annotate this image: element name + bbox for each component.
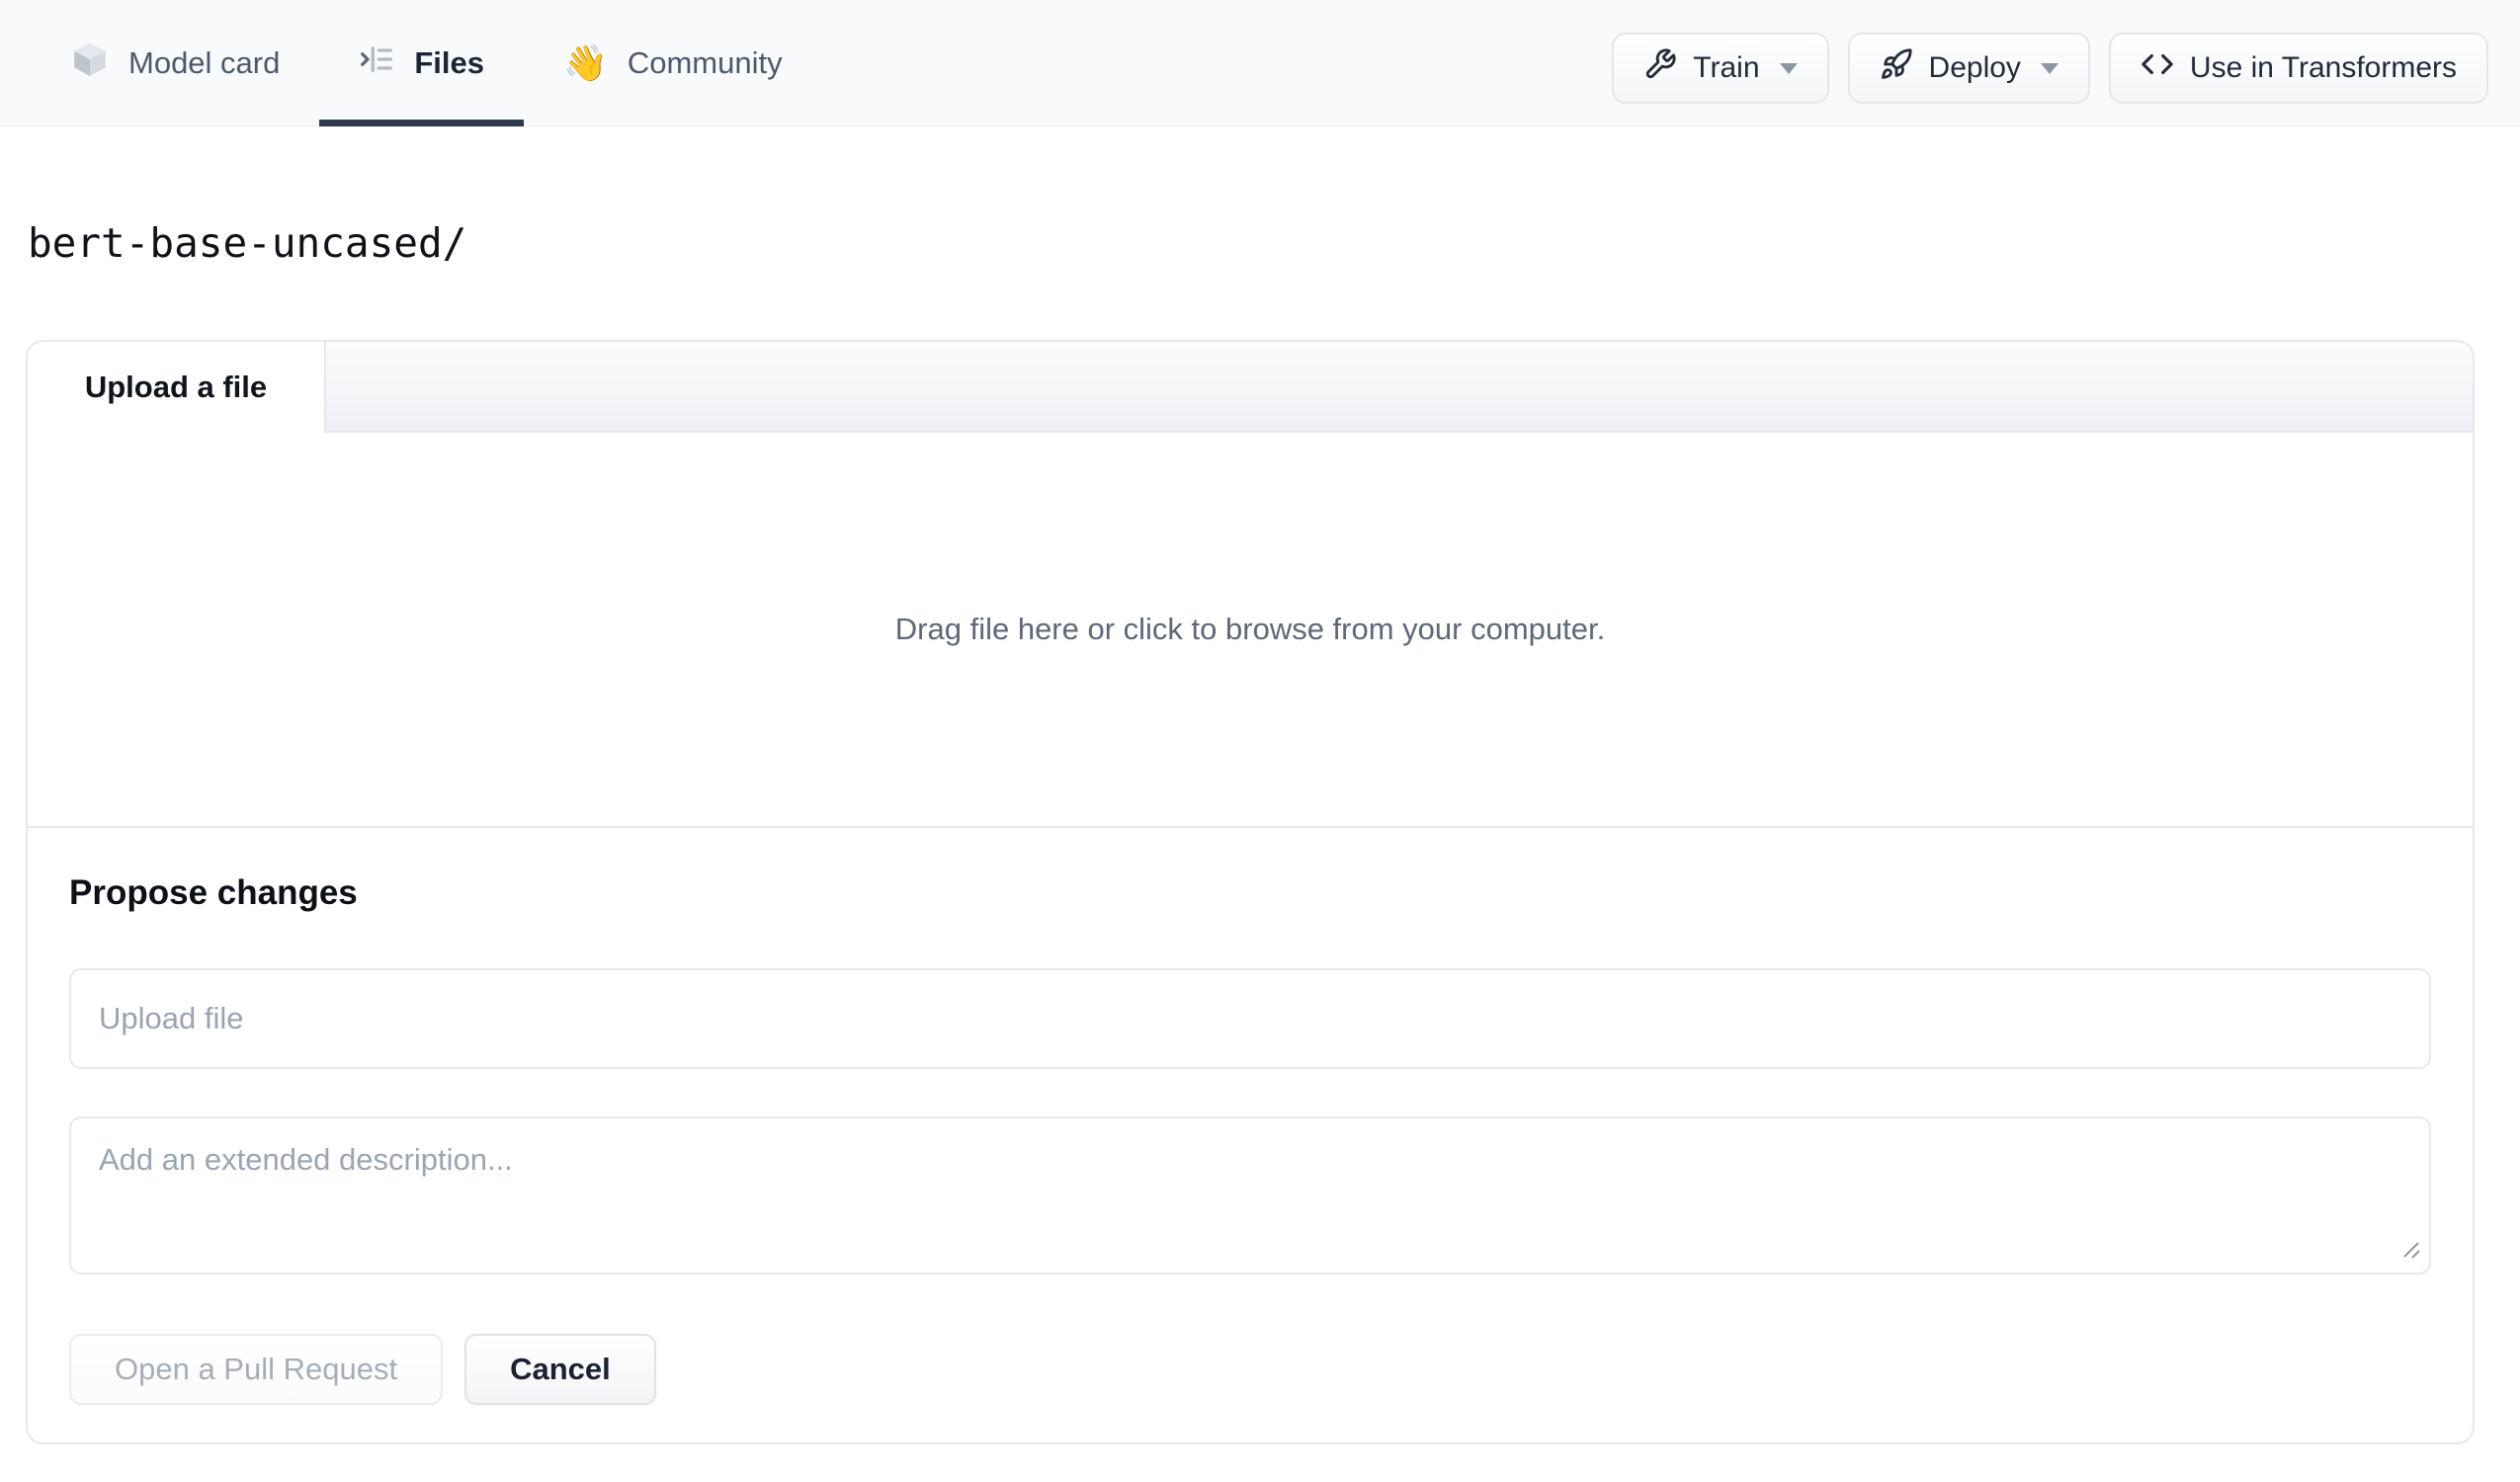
deploy-button[interactable]: Deploy bbox=[1847, 33, 2090, 104]
form-actions: Open a Pull Request Cancel bbox=[69, 1334, 2431, 1405]
waving-hand-emoji: 👋 bbox=[563, 41, 608, 83]
tab-label: Files bbox=[414, 44, 485, 80]
tab-community[interactable]: 👋 Community bbox=[524, 0, 822, 125]
tab-files[interactable]: Files bbox=[319, 0, 525, 126]
tab-label: Upload a file bbox=[84, 370, 268, 404]
train-button[interactable]: Train bbox=[1612, 33, 1829, 104]
propose-changes-section: Propose changes Open a Pull Request Canc… bbox=[28, 828, 2473, 1405]
cube-icon bbox=[71, 40, 109, 87]
textarea-resize-handle[interactable] bbox=[2396, 1235, 2422, 1266]
breadcrumb[interactable]: bert-base-uncased/ bbox=[28, 219, 466, 267]
repo-action-buttons: Train Deploy Use in Transformers bbox=[1612, 33, 2488, 104]
tab-model-card[interactable]: Model card bbox=[32, 0, 319, 125]
cancel-button[interactable]: Cancel bbox=[464, 1334, 656, 1405]
wrench-icon bbox=[1643, 47, 1677, 89]
button-label: Deploy bbox=[1928, 51, 2021, 84]
tab-label: Model card bbox=[128, 44, 281, 80]
code-icon bbox=[2141, 47, 2174, 89]
upload-card: Upload a file Drag file here or click to… bbox=[26, 340, 2475, 1444]
open-pull-request-button[interactable]: Open a Pull Request bbox=[69, 1334, 444, 1405]
chevron-down-icon bbox=[1779, 62, 1798, 74]
use-in-transformers-button[interactable]: Use in Transformers bbox=[2108, 33, 2488, 104]
file-versions-icon bbox=[359, 41, 394, 85]
upload-card-tabstrip: Upload a file bbox=[28, 342, 2473, 433]
dropzone-text: Drag file here or click to browse from y… bbox=[894, 612, 1606, 646]
tab-upload-a-file[interactable]: Upload a file bbox=[28, 342, 326, 433]
button-label: Train bbox=[1693, 51, 1760, 84]
tab-label: Community bbox=[627, 44, 783, 80]
description-field-wrap bbox=[69, 1116, 2431, 1275]
propose-changes-heading: Propose changes bbox=[69, 873, 358, 912]
upload-filename-input[interactable] bbox=[69, 968, 2431, 1069]
extended-description-textarea[interactable] bbox=[69, 1116, 2431, 1275]
active-tab-underline bbox=[319, 120, 525, 126]
button-label: Use in Transformers bbox=[2189, 51, 2457, 84]
file-dropzone[interactable]: Drag file here or click to browse from y… bbox=[28, 433, 2473, 828]
chevron-down-icon bbox=[2040, 62, 2058, 74]
rocket-icon bbox=[1880, 47, 1913, 89]
